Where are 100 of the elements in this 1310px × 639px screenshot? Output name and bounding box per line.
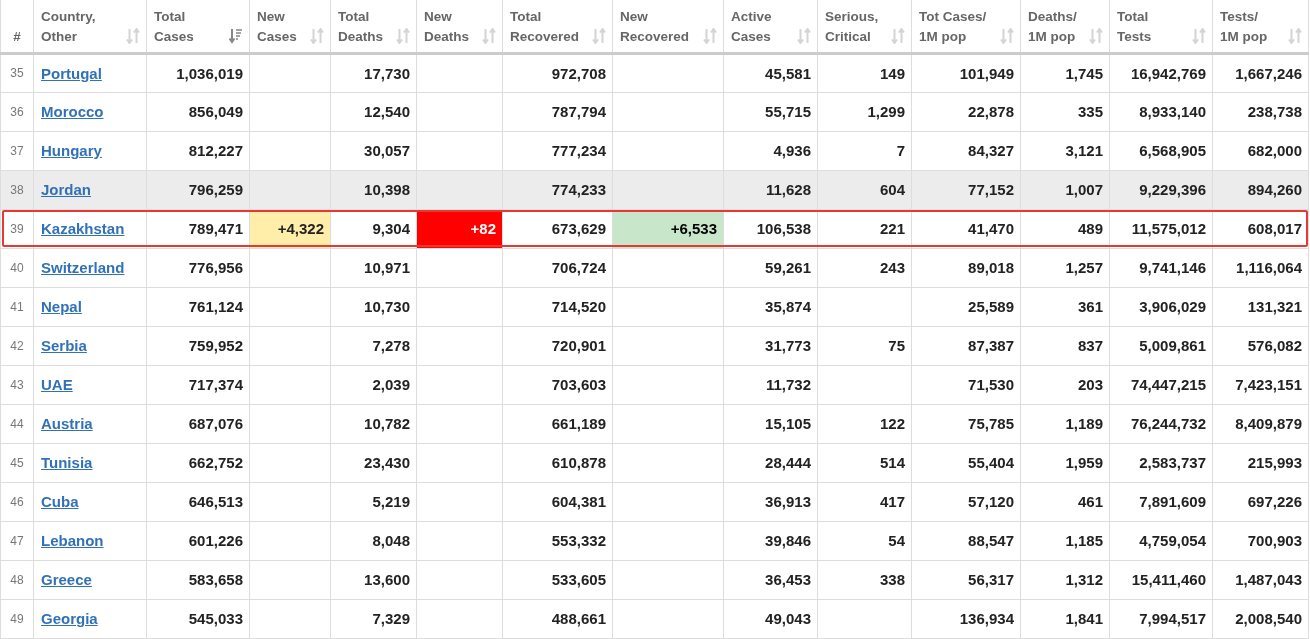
country-link[interactable]: Greece (41, 571, 92, 588)
table-cell: 777,234 (502, 131, 613, 170)
table-cell: 1,667,246 (1212, 53, 1309, 92)
table-cell: 7 (817, 131, 912, 170)
table-cell: 335 (1020, 92, 1110, 131)
table-cell: 488,661 (502, 599, 613, 638)
sort-icon[interactable] (592, 27, 606, 44)
row-number: 45 (0, 443, 34, 482)
row-number: 43 (0, 365, 34, 404)
table-cell: 1,007 (1020, 170, 1110, 209)
table-cell: 39,846 (723, 521, 818, 560)
sort-icon[interactable] (396, 27, 410, 44)
table-cell: 10,971 (330, 248, 417, 287)
row-number: 40 (0, 248, 34, 287)
table-cell: 56,317 (911, 560, 1021, 599)
table-cell: 136,934 (911, 599, 1021, 638)
table-cell: 57,120 (911, 482, 1021, 521)
table-cell: 203 (1020, 365, 1110, 404)
country-link[interactable]: Portugal (41, 64, 102, 82)
table-cell: 1,036,019 (146, 53, 250, 92)
table-cell: 75,785 (911, 404, 1021, 443)
table-cell: +82 (416, 209, 503, 248)
country-link[interactable]: Switzerland (41, 259, 125, 276)
table-cell: 13,600 (330, 560, 417, 599)
table-cell: 714,520 (502, 287, 613, 326)
table-cell: 8,048 (330, 521, 417, 560)
table-cell: 45,581 (723, 53, 818, 92)
table-cell: 7,994,517 (1109, 599, 1213, 638)
table-cell: 55,404 (911, 443, 1021, 482)
country-link[interactable]: Tunisia (41, 454, 93, 471)
table-cell: 36,913 (723, 482, 818, 521)
table-cell: 489 (1020, 209, 1110, 248)
table-cell: 55,715 (723, 92, 818, 131)
country-link[interactable]: Austria (41, 415, 93, 432)
table-cell: 583,658 (146, 560, 250, 599)
country-link[interactable]: Georgia (41, 610, 98, 627)
sort-icon[interactable] (126, 27, 140, 44)
table-cell: 10,782 (330, 404, 417, 443)
country-link[interactable]: Jordan (41, 181, 91, 198)
row-number: 38 (0, 170, 34, 209)
table-cell: 700,903 (1212, 521, 1309, 560)
table-cell: 706,724 (502, 248, 613, 287)
table-cell: 1,841 (1020, 599, 1110, 638)
country-link[interactable]: Serbia (41, 337, 87, 354)
table-cell: 604,381 (502, 482, 613, 521)
country-link[interactable]: Hungary (41, 142, 102, 159)
table-cell: 122 (817, 404, 912, 443)
table-cell: 3,906,029 (1109, 287, 1213, 326)
table-cell: 75 (817, 326, 912, 365)
table-cell: 3,121 (1020, 131, 1110, 170)
table-cell: 2,039 (330, 365, 417, 404)
table-cell: 1,745 (1020, 53, 1110, 92)
table-cell: 461 (1020, 482, 1110, 521)
table-cell: 661,189 (502, 404, 613, 443)
sort-icon[interactable] (1192, 27, 1206, 44)
row-number: 41 (0, 287, 34, 326)
table-cell: 11,628 (723, 170, 818, 209)
table-cell: 787,794 (502, 92, 613, 131)
table-cell: 30,057 (330, 131, 417, 170)
country-link[interactable]: UAE (41, 376, 73, 393)
country-link[interactable]: Lebanon (41, 532, 104, 549)
table-cell: 77,152 (911, 170, 1021, 209)
table-cell: 646,513 (146, 482, 250, 521)
table-cell: 54 (817, 521, 912, 560)
table-cell: 2,008,540 (1212, 599, 1309, 638)
table-cell: 41,470 (911, 209, 1021, 248)
sort-icon[interactable] (891, 27, 905, 44)
country-link[interactable]: Cuba (41, 493, 79, 510)
table-cell: 576,082 (1212, 326, 1309, 365)
table-cell: 774,233 (502, 170, 613, 209)
table-cell: 36,453 (723, 560, 818, 599)
sort-icon[interactable] (1000, 27, 1014, 44)
row-number: 47 (0, 521, 34, 560)
table-cell: 553,332 (502, 521, 613, 560)
country-link[interactable]: Kazakhstan (41, 220, 125, 237)
table-cell: 8,409,879 (1212, 404, 1309, 443)
table-cell: 31,773 (723, 326, 818, 365)
sort-icon[interactable] (310, 27, 324, 44)
table-cell: 28,444 (723, 443, 818, 482)
sort-icon[interactable] (1288, 27, 1302, 44)
sort-descending-icon[interactable] (229, 27, 243, 44)
country-link[interactable]: Nepal (41, 298, 82, 315)
table-cell: 4,759,054 (1109, 521, 1213, 560)
table-cell: 1,959 (1020, 443, 1110, 482)
sort-icon[interactable] (482, 27, 496, 44)
table-cell: 514 (817, 443, 912, 482)
row-number: 48 (0, 560, 34, 599)
table-cell: 545,033 (146, 599, 250, 638)
table-cell: 2,583,737 (1109, 443, 1213, 482)
sort-icon[interactable] (703, 27, 717, 44)
table-cell: 35,874 (723, 287, 818, 326)
row-number: 39 (0, 209, 34, 248)
table-cell: 7,891,609 (1109, 482, 1213, 521)
table-cell: 22,878 (911, 92, 1021, 131)
table-cell: 1,257 (1020, 248, 1110, 287)
table-cell: 15,105 (723, 404, 818, 443)
country-link[interactable]: Morocco (41, 103, 104, 120)
table-cell: 71,530 (911, 365, 1021, 404)
sort-icon[interactable] (797, 27, 811, 44)
sort-icon[interactable] (1089, 27, 1103, 44)
